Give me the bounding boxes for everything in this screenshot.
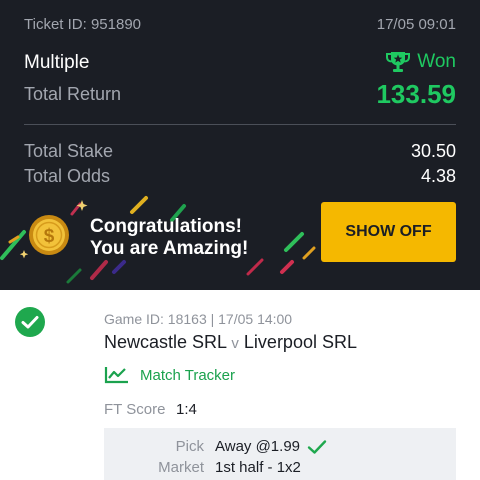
home-team: Newcastle SRL — [104, 332, 227, 352]
total-return-value: 133.59 — [376, 79, 456, 109]
congrats-line2: You are Amazing! — [90, 238, 249, 259]
market-value: 1st half - 1x2 — [215, 459, 301, 476]
total-stake-label: Total Stake — [24, 141, 114, 161]
pick-label: Pick — [175, 438, 204, 455]
check-icon — [307, 440, 327, 454]
coin-icon: $ — [29, 215, 69, 255]
status-badge: Won — [385, 50, 456, 74]
svg-text:$: $ — [44, 226, 55, 247]
match-tracker-link[interactable]: Match Tracker — [104, 366, 235, 384]
pick-value: Away @1.99 — [215, 438, 300, 455]
total-stake-value: 30.50 — [410, 141, 456, 161]
trophy-icon — [386, 52, 411, 72]
congrats-line1: Congratulations! — [90, 216, 242, 237]
ft-score-value: 1:4 — [176, 401, 197, 418]
congrats-message: Congratulations! You are Amazing! — [90, 216, 248, 260]
total-odds-value: 4.38 — [420, 166, 456, 186]
match-teams: Newcastle SRL v Liverpool SRL — [104, 332, 357, 353]
versus-label: v — [231, 335, 239, 352]
show-off-button[interactable]: SHOW OFF — [321, 202, 456, 262]
market-label: Market — [158, 459, 204, 476]
check-circle-icon — [15, 307, 45, 337]
game-meta: Game ID: 18163 | 17/05 14:00 — [104, 311, 293, 327]
total-return-label: Total Return — [24, 84, 122, 104]
divider — [24, 124, 456, 125]
match-tracker-label: Match Tracker — [140, 366, 236, 384]
total-odds-label: Total Odds — [24, 166, 111, 186]
selection-details: Pick Away @1.99 Market 1st half - 1x2 — [104, 428, 456, 480]
bet-type: Multiple — [24, 52, 90, 73]
away-team: Liverpool SRL — [243, 332, 357, 352]
ft-score-label: FT Score — [104, 401, 166, 418]
line-chart-icon — [104, 367, 128, 384]
status-label: Won — [417, 51, 456, 72]
ticket-id: Ticket ID: 951890 — [24, 16, 142, 33]
ticket-date: 17/05 09:01 — [376, 16, 456, 33]
